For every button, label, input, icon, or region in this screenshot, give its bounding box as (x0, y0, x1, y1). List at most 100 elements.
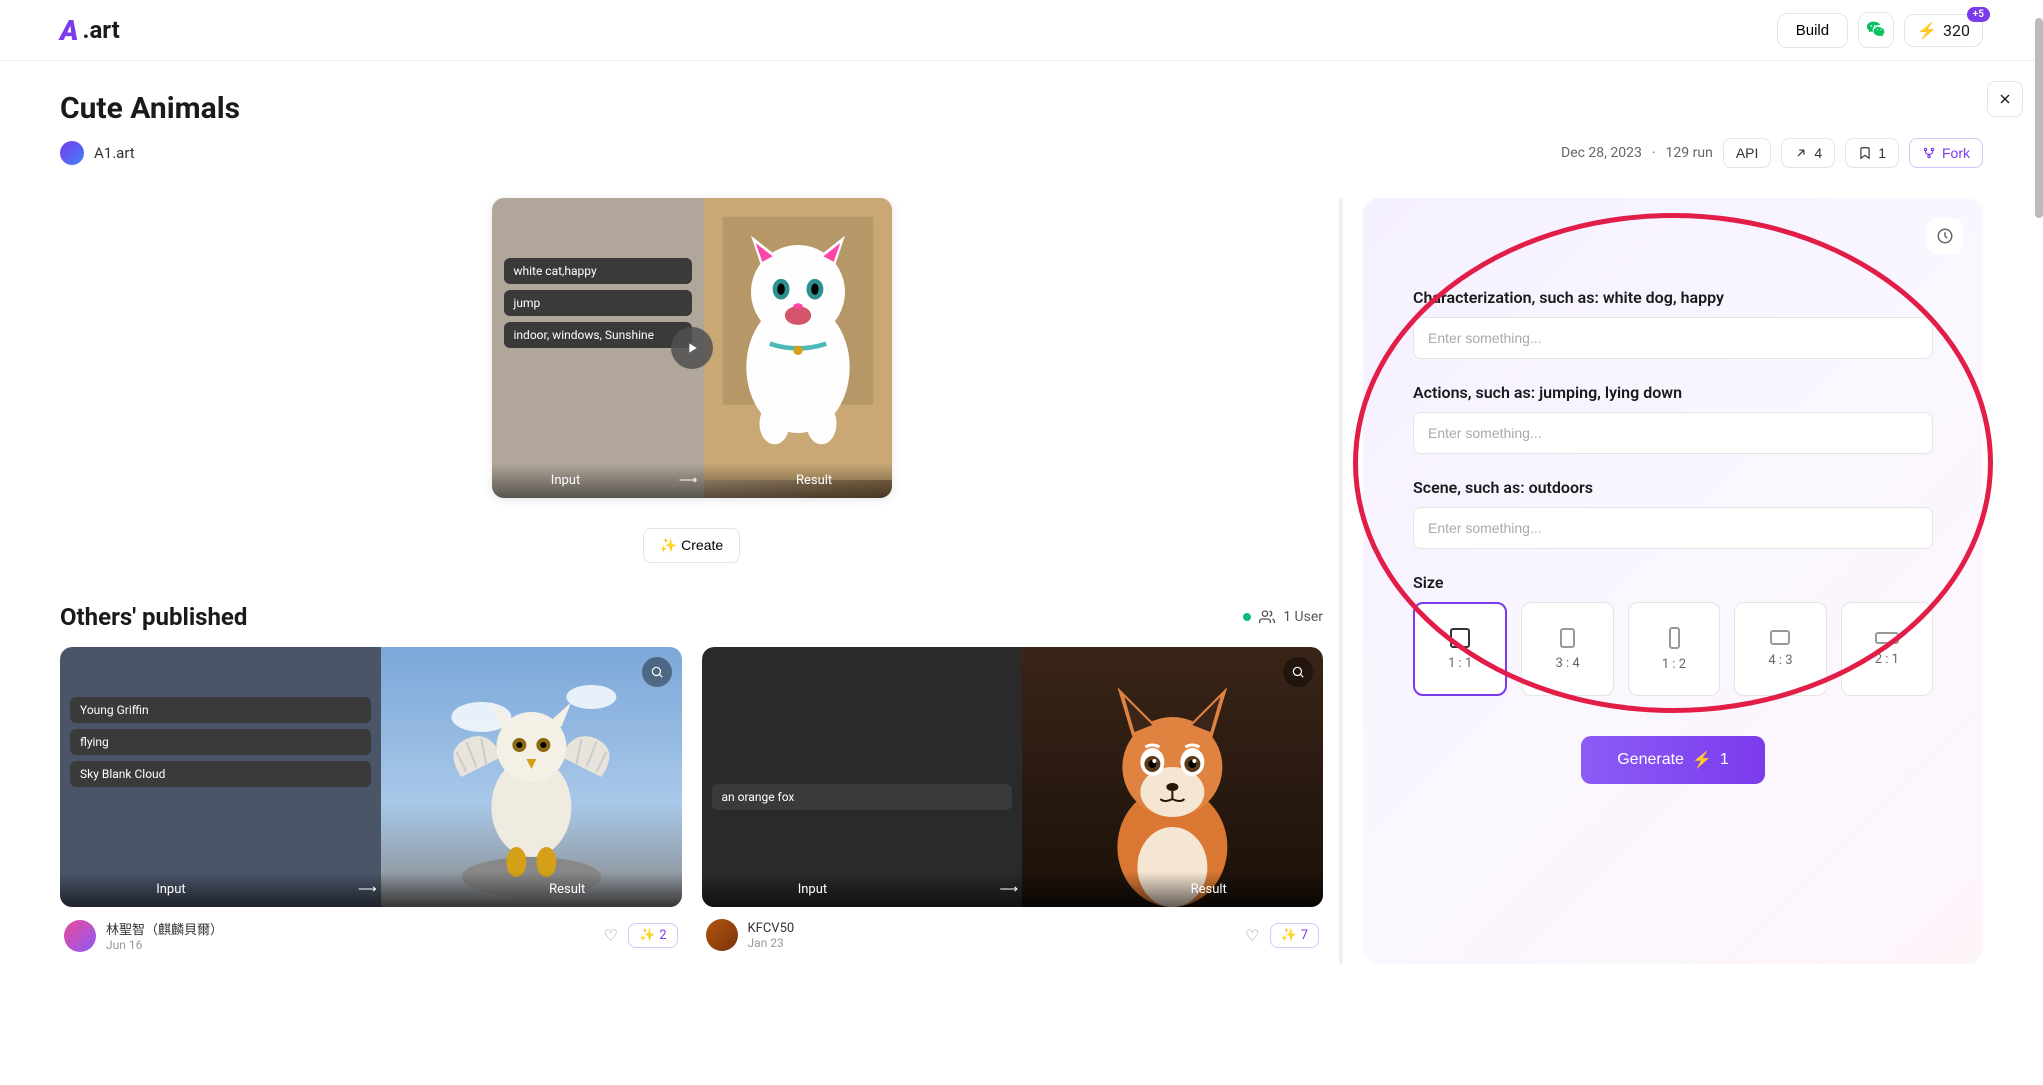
remix-count[interactable]: ✨ 2 (628, 923, 678, 948)
build-button[interactable]: Build (1777, 13, 1848, 48)
others-title: Others' published (60, 603, 247, 631)
meta-sep: · (1652, 145, 1656, 161)
preview-output-panel (704, 198, 892, 498)
ratio-icon (1669, 627, 1680, 649)
size-option-2-1[interactable]: 2 : 1 (1841, 602, 1933, 696)
preview-tag: white cat,happy (504, 258, 692, 284)
preview-footer: Input ⟶ Result (492, 463, 892, 498)
avatar (64, 920, 96, 952)
play-button[interactable] (671, 327, 713, 369)
author-chip[interactable]: A1.art (60, 141, 135, 165)
fox-illustration (1022, 647, 1323, 907)
wand-icon: ✨ (1281, 928, 1297, 943)
logo-icon: A (60, 14, 79, 47)
credits-pill[interactable]: ⚡ 320 +5 (1904, 14, 1983, 47)
content-split: white cat,happy jump indoor, windows, Su… (60, 198, 1983, 964)
bolt-icon: ⚡ (1917, 21, 1937, 40)
card-tag: flying (70, 729, 371, 755)
wand-icon: ✨ (660, 537, 677, 553)
share-button[interactable]: 4 (1781, 138, 1835, 168)
wechat-icon[interactable] (1858, 12, 1894, 48)
left-column: white cat,happy jump indoor, windows, Su… (60, 198, 1323, 964)
size-option-1-2[interactable]: 1 : 2 (1628, 602, 1720, 696)
result-label: Result (796, 473, 832, 488)
size-options: 1 : 1 3 : 4 1 : 2 4 : 3 (1413, 602, 1933, 696)
bolt-icon: ⚡ (1692, 750, 1712, 770)
actions-input[interactable] (1413, 412, 1933, 454)
others-header: Others' published 1 User (60, 603, 1323, 631)
characterization-label: Characterization, such as: white dog, ha… (1413, 288, 1933, 307)
online-dot-icon (1243, 613, 1251, 621)
expand-button[interactable] (642, 657, 672, 687)
griffin-illustration (381, 647, 682, 907)
actions-label: Actions, such as: jumping, lying down (1413, 383, 1933, 402)
generate-button[interactable]: Generate ⚡1 (1581, 736, 1765, 784)
size-label: Size (1413, 573, 1933, 592)
fork-icon (1922, 146, 1936, 160)
bookmark-button[interactable]: 1 (1845, 138, 1899, 168)
create-button[interactable]: ✨ Create (643, 528, 740, 563)
preview-tag: indoor, windows, Sunshine (504, 322, 692, 348)
page-title: Cute Animals (60, 91, 1983, 126)
arrow-icon: ⟶ (358, 882, 377, 897)
characterization-group: Characterization, such as: white dog, ha… (1413, 288, 1933, 359)
expand-button[interactable] (1283, 657, 1313, 687)
card-footer: Input ⟶ Result (702, 872, 1324, 907)
page-meta: A1.art Dec 28, 2023 · 129 run API 4 1 Fo… (60, 138, 1983, 168)
avatar (60, 141, 84, 165)
characterization-input[interactable] (1413, 317, 1933, 359)
published-card[interactable]: Young Griffin flying Sky Blank Cloud (60, 647, 682, 964)
scene-label: Scene, such as: outdoors (1413, 478, 1933, 497)
header-actions: Build ⚡ 320 +5 (1777, 12, 1983, 48)
card-footer: Input ⟶ Result (60, 872, 682, 907)
ratio-icon (1770, 630, 1790, 645)
cat-illustration (704, 198, 892, 480)
ratio-icon (1560, 628, 1575, 648)
ratio-icon (1450, 628, 1470, 648)
credits-value: 320 (1943, 21, 1970, 40)
users-icon (1259, 609, 1275, 625)
logo[interactable]: A .art (60, 14, 120, 47)
bookmark-icon (1858, 146, 1872, 160)
arrow-icon: ⟶ (679, 473, 698, 488)
card-tag: Young Griffin (70, 697, 371, 723)
scene-group: Scene, such as: outdoors (1413, 478, 1933, 549)
published-card[interactable]: an orange fox (702, 647, 1324, 964)
scene-input[interactable] (1413, 507, 1933, 549)
heart-icon[interactable]: ♡ (604, 926, 618, 945)
heart-icon[interactable]: ♡ (1245, 926, 1259, 945)
credits-badge: +5 (1967, 7, 1990, 22)
fork-button[interactable]: Fork (1909, 138, 1983, 168)
size-option-1-1[interactable]: 1 : 1 (1413, 602, 1507, 696)
card-author[interactable]: 林聖智（麒麟貝爾） Jun 16 (64, 919, 223, 952)
api-button[interactable]: API (1723, 138, 1772, 168)
card-input-panel: an orange fox (702, 647, 1023, 907)
close-button[interactable] (1987, 81, 2023, 117)
actions-group: Actions, such as: jumping, lying down (1413, 383, 1933, 454)
history-button[interactable] (1927, 218, 1963, 254)
arrow-icon: ⟶ (1000, 882, 1019, 897)
logo-text: .art (83, 16, 120, 44)
card-meta: 林聖智（麒麟貝爾） Jun 16 ♡ ✨ 2 (60, 907, 682, 964)
preview-card: white cat,happy jump indoor, windows, Su… (492, 198, 892, 498)
preview-tag: jump (504, 290, 692, 316)
user-count: 1 User (1243, 609, 1323, 625)
size-group: Size 1 : 1 3 : 4 1 : 2 (1413, 573, 1933, 696)
column-divider[interactable] (1339, 198, 1343, 964)
input-label: Input (551, 473, 580, 488)
published-cards: Young Griffin flying Sky Blank Cloud (60, 647, 1323, 964)
run-count: 129 run (1666, 145, 1713, 161)
remix-count[interactable]: ✨ 7 (1270, 923, 1320, 948)
main-content: Cute Animals A1.art Dec 28, 2023 · 129 r… (0, 61, 2043, 994)
card-output-panel (1022, 647, 1323, 907)
card-author[interactable]: KFCV50 Jan 23 (706, 919, 795, 951)
card-meta: KFCV50 Jan 23 ♡ ✨ 7 (702, 907, 1324, 963)
card-tag: an orange fox (712, 784, 1013, 810)
size-option-3-4[interactable]: 3 : 4 (1521, 602, 1613, 696)
top-nav: A .art Build ⚡ 320 +5 (0, 0, 2043, 61)
card-input-panel: Young Griffin flying Sky Blank Cloud (60, 647, 381, 907)
card-tag: Sky Blank Cloud (70, 761, 371, 787)
wand-icon: ✨ (639, 928, 655, 943)
share-icon (1794, 146, 1808, 160)
size-option-4-3[interactable]: 4 : 3 (1734, 602, 1826, 696)
